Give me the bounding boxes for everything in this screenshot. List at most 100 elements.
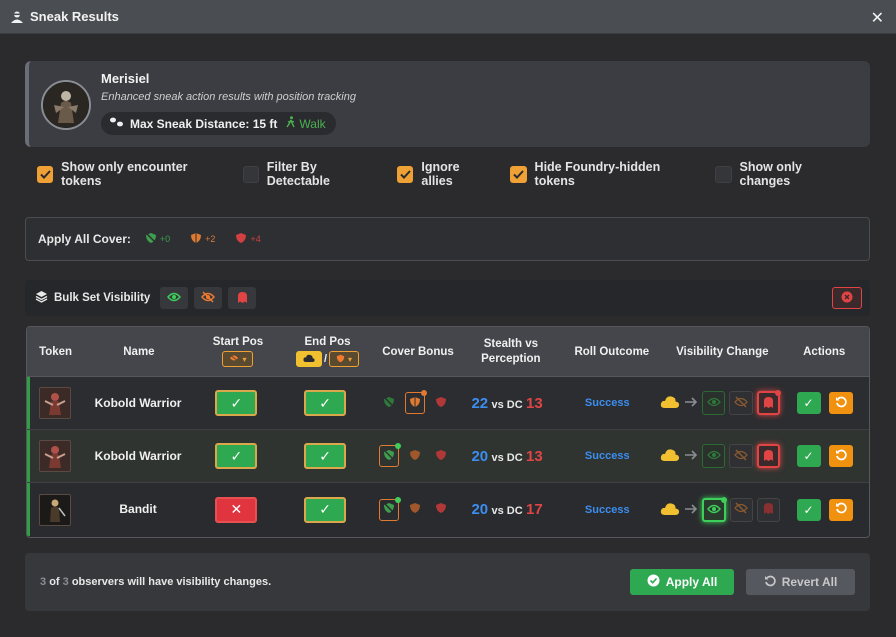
filter-encounter-tokens[interactable]: Show only encounter tokens (37, 160, 223, 188)
apply-all-cover-bar: Apply All Cover: +0 +2 +4 (25, 217, 870, 261)
window-titlebar: Sneak Results ✕ (0, 0, 896, 34)
eye-icon (167, 291, 182, 305)
undo-icon (835, 396, 847, 411)
apply-row-button[interactable]: ✓ (796, 392, 821, 414)
vis-hidden-option[interactable] (729, 497, 753, 522)
roll-outcome: Success (584, 503, 630, 516)
clear-bulk-button[interactable] (832, 287, 862, 309)
eye-slash-icon (229, 354, 239, 364)
eye-icon (706, 503, 721, 517)
start-pos-filter-button[interactable]: ▾ (222, 351, 254, 367)
bulk-visibility-label: Bulk Set Visibility (54, 292, 151, 304)
eye-slash-icon (734, 396, 748, 411)
filter-ignore-allies[interactable]: Ignore allies (397, 160, 490, 188)
changes-summary: 3 of 3 observers will have visibility ch… (40, 576, 272, 588)
start-pos-button[interactable]: ✕ (215, 496, 258, 523)
checkbox[interactable] (37, 165, 54, 183)
chevron-down-icon: ▾ (348, 354, 353, 364)
token-name: Bandit (119, 502, 157, 516)
eye-slash-icon (734, 449, 748, 464)
checkbox[interactable] (397, 165, 414, 183)
start-pos-button[interactable]: ✓ (215, 390, 258, 416)
revert-row-button[interactable] (828, 445, 853, 467)
end-pos-cover-button[interactable]: ▾ (329, 351, 360, 367)
undo-icon (835, 449, 847, 464)
shield-icon (435, 502, 447, 517)
check-icon: ✓ (803, 502, 814, 517)
revert-row-button[interactable] (828, 392, 853, 414)
bulk-undetected-button[interactable] (228, 287, 257, 309)
cover-greater-option[interactable] (431, 499, 451, 521)
vis-undetected-option[interactable] (756, 390, 782, 415)
eye-slash-icon (734, 502, 749, 517)
cover-none-button[interactable]: +0 (145, 232, 170, 246)
end-pos-button[interactable]: ✓ (304, 496, 347, 523)
filter-hide-foundry-hidden[interactable]: Hide Foundry-hidden tokens (510, 160, 695, 188)
sneaker-header: Merisiel Enhanced sneak action results w… (25, 61, 870, 147)
stealth-vs-dc: 22 vs DC 13 (471, 394, 543, 412)
col-header-visibility-change: Visibility Change (676, 345, 769, 358)
visibility-change-cell (660, 496, 781, 522)
col-header-start-pos: Start Pos ▾ (194, 336, 283, 367)
filter-only-changes[interactable]: Show only changes (715, 160, 850, 188)
shield-icon (435, 396, 447, 411)
checkbox[interactable] (715, 165, 732, 183)
cover-standard-button[interactable]: +2 (190, 232, 215, 246)
checkbox[interactable] (510, 165, 527, 183)
max-distance-text: Max Sneak Distance: 15 ft (130, 116, 278, 131)
walk-label: Walk (286, 116, 326, 131)
eye-icon (706, 449, 721, 463)
roll-outcome: Success (584, 450, 630, 462)
vis-observed-option[interactable] (702, 444, 726, 468)
end-pos-concealment-button[interactable] (295, 351, 322, 367)
cover-standard-option[interactable] (405, 445, 425, 467)
cover-greater-option[interactable] (431, 445, 451, 467)
cover-greater-option[interactable] (431, 392, 451, 414)
arrow-right-icon (684, 449, 698, 463)
selected-dot (394, 496, 401, 503)
apply-row-button[interactable]: ✓ (796, 498, 821, 521)
bulk-hidden-button[interactable] (194, 287, 223, 309)
vis-undetected-option[interactable] (756, 497, 781, 522)
vis-observed-option[interactable] (702, 496, 727, 522)
footer-bar: 3 of 3 observers will have visibility ch… (25, 553, 870, 611)
apply-all-button[interactable]: Apply All (630, 569, 734, 595)
row-actions: ✓ (780, 445, 869, 467)
avatar (41, 80, 91, 130)
end-pos-button[interactable]: ✓ (304, 390, 347, 416)
visibility-change-cell (660, 390, 782, 415)
bulk-observed-button[interactable] (160, 287, 189, 309)
close-icon[interactable]: ✕ (871, 8, 884, 28)
cover-none-option[interactable] (378, 496, 401, 521)
apply-row-button[interactable]: ✓ (796, 445, 821, 467)
cover-standard-option[interactable] (404, 390, 427, 414)
cover-none-option[interactable] (378, 443, 401, 467)
vis-undetected-option[interactable] (756, 444, 781, 468)
checkbox[interactable] (242, 165, 259, 183)
shield-slash-icon (145, 232, 157, 246)
ghost-icon (237, 291, 248, 306)
shield-slash-icon (383, 395, 395, 411)
token-name: Kobold Warrior (94, 395, 182, 410)
cloud-icon (660, 502, 680, 518)
vis-hidden-option[interactable] (729, 391, 753, 415)
col-header-actions: Actions (803, 345, 846, 358)
end-pos-button[interactable]: ✓ (304, 443, 347, 469)
check-icon: ✓ (319, 394, 332, 411)
start-pos-button[interactable]: ✓ (215, 443, 258, 469)
cover-bonus-cell (370, 496, 460, 521)
revert-all-button[interactable]: Revert All (746, 569, 855, 595)
col-header-token: Token (39, 345, 73, 358)
cover-none-option[interactable] (379, 392, 399, 414)
row-actions: ✓ (780, 392, 869, 414)
check-icon: ✓ (319, 501, 332, 517)
cover-greater-button[interactable]: +4 (235, 232, 261, 246)
vis-observed-option[interactable] (702, 391, 726, 415)
check-circle-icon (647, 574, 660, 590)
undo-icon (835, 502, 847, 517)
cover-standard-option[interactable] (405, 499, 425, 521)
shield-half-icon (409, 396, 421, 411)
vis-hidden-option[interactable] (729, 444, 753, 468)
revert-row-button[interactable] (828, 498, 853, 521)
filter-detectable[interactable]: Filter By Detectable (242, 160, 378, 188)
